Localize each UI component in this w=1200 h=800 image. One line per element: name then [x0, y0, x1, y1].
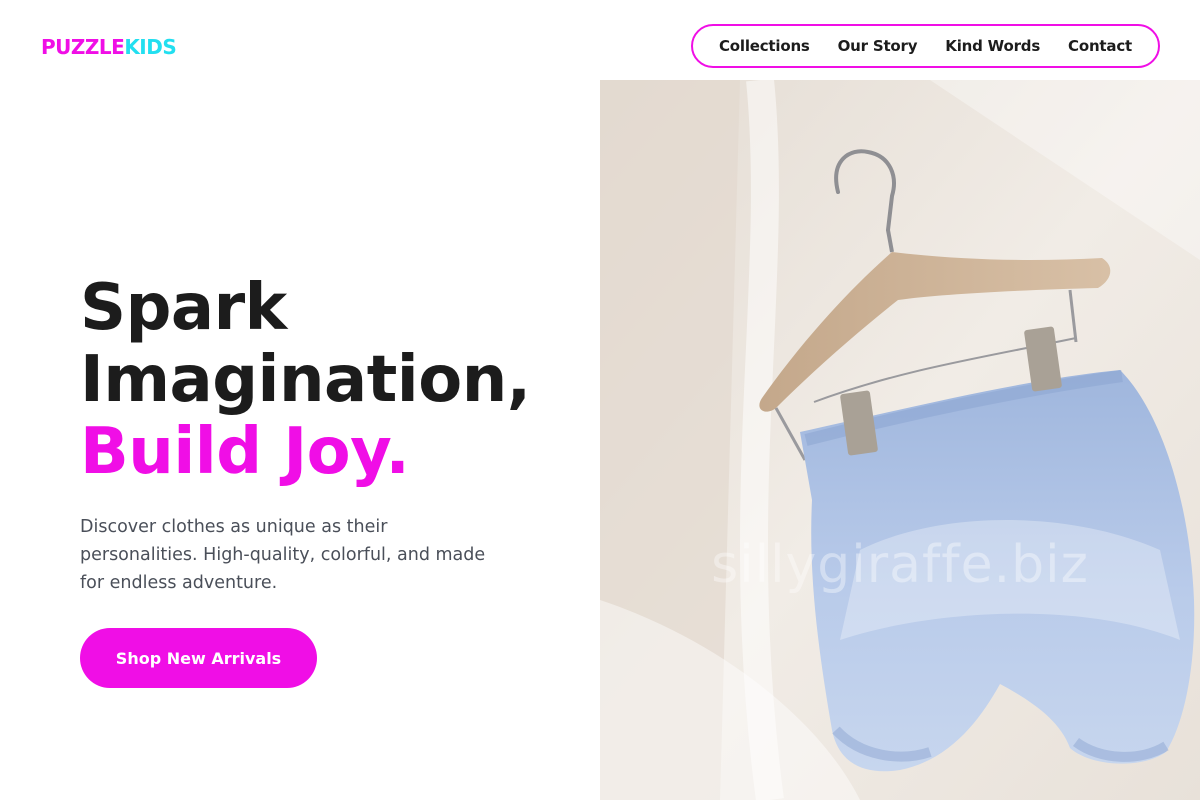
image-watermark: sillygiraffe.biz	[711, 535, 1089, 595]
brand-name-part1: PUZZLE	[41, 35, 125, 59]
hero-headline-line2: Imagination,	[80, 343, 531, 417]
nav-link-collections[interactable]: Collections	[719, 37, 810, 55]
hero-product-image: sillygiraffe.biz	[600, 80, 1200, 800]
nav-link-kind-words[interactable]: Kind Words	[945, 37, 1040, 55]
nav-link-contact[interactable]: Contact	[1068, 37, 1132, 55]
brand-name-part2: KIDS	[124, 35, 177, 59]
main-nav: Collections Our Story Kind Words Contact	[691, 24, 1160, 68]
hero-description: Discover clothes as unique as their pers…	[80, 517, 486, 593]
hero-headline-accent: Build Joy.	[80, 415, 410, 489]
nav-link-our-story[interactable]: Our Story	[838, 37, 918, 55]
shop-new-arrivals-button[interactable]: Shop New Arrivals	[80, 628, 317, 688]
product-photo-illustration	[600, 80, 1200, 800]
hero-headline: Spark Imagination, Build Joy.	[80, 272, 600, 488]
hero-headline-line1: Spark	[80, 271, 287, 345]
brand-logo[interactable]: PUZZLEKIDS	[41, 35, 177, 59]
